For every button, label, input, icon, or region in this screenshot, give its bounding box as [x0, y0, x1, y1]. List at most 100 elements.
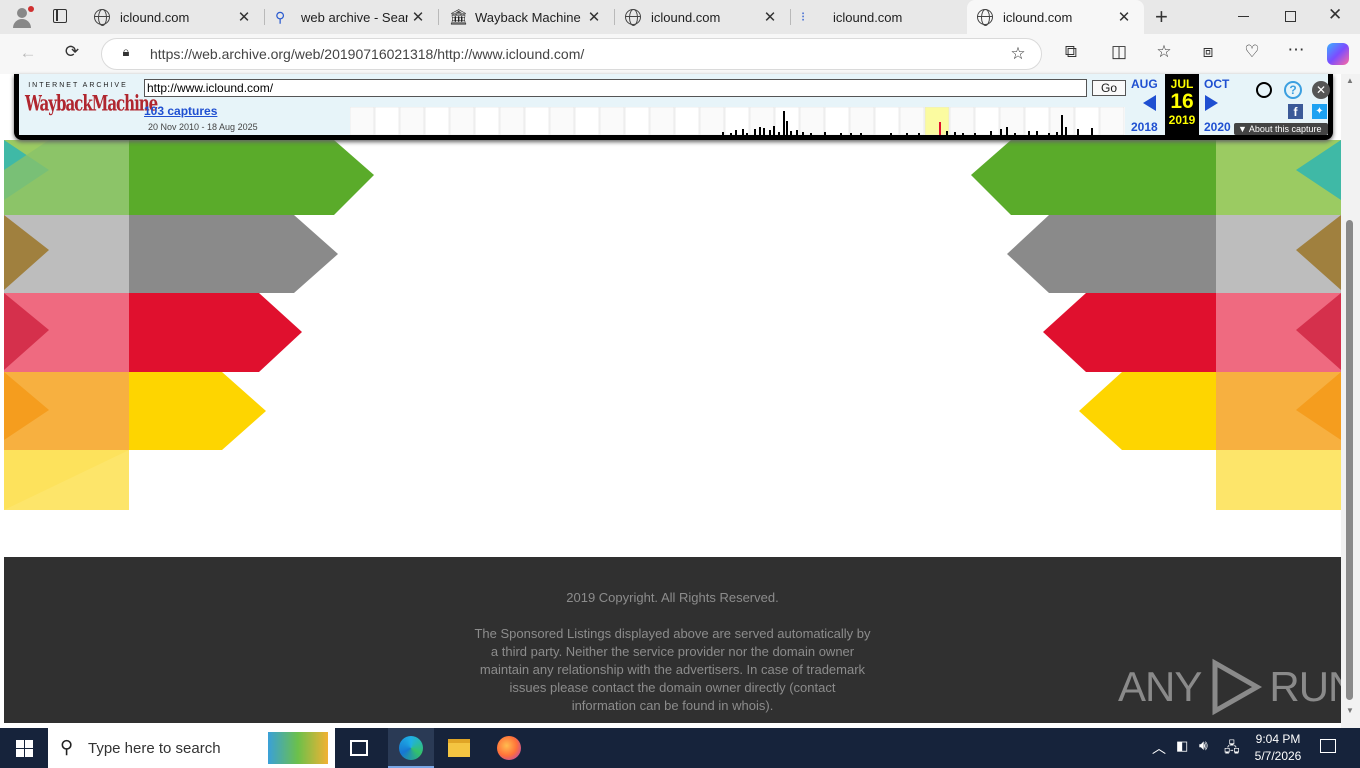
sparkline-year-cell[interactable] — [374, 107, 400, 135]
next-year[interactable]: 2020 — [1204, 120, 1231, 134]
sparkline-year-cell[interactable] — [449, 107, 475, 135]
tab-actions-icon[interactable] — [53, 9, 67, 23]
volume-icon[interactable]: 🔊︎ — [1199, 737, 1208, 754]
sparkline-year-cell[interactable] — [350, 107, 375, 135]
help-icon[interactable]: ? — [1284, 81, 1302, 99]
tray-chevron-icon[interactable]: ︿ — [1152, 738, 1166, 758]
sparkline-bar — [730, 133, 732, 135]
clock-date[interactable]: 5/7/2026 — [1250, 749, 1306, 763]
close-icon[interactable]: ✕ — [1114, 8, 1134, 26]
sparkline-year-cell[interactable] — [849, 107, 875, 135]
close-icon[interactable]: ✕ — [584, 8, 604, 26]
sparkline-bar — [790, 131, 792, 135]
prev-month[interactable]: AUG — [1131, 77, 1158, 91]
window-close-icon[interactable]: ✕ — [1328, 5, 1342, 25]
sparkline-bar — [759, 127, 761, 135]
wayback-logo[interactable]: INTERNET ARCHIVE WaybackMachine — [25, 82, 158, 124]
sparkline-bar — [722, 132, 724, 135]
sparkline-year-cell[interactable] — [499, 107, 525, 135]
next-month[interactable]: OCT — [1204, 77, 1229, 91]
file-explorer-icon[interactable] — [448, 739, 470, 757]
facebook-icon[interactable]: f — [1288, 104, 1303, 119]
tab-5[interactable]: ⁝ iclound.com — [791, 0, 966, 34]
scroll-up-icon[interactable]: ▲ — [1346, 76, 1354, 85]
refresh-icon[interactable]: ⟳ — [60, 42, 84, 62]
clock-time[interactable]: 9:04 PM — [1253, 732, 1303, 746]
captures-link[interactable]: 103 captures — [144, 104, 217, 118]
taskbar-search[interactable]: ⚲ Type here to search — [48, 728, 335, 768]
sparkline-year-cell[interactable] — [999, 107, 1025, 135]
sparkline-year-cell[interactable] — [949, 107, 975, 135]
split-screen-icon[interactable]: ◫ — [1107, 42, 1131, 62]
next-arrow-icon[interactable] — [1205, 95, 1218, 111]
notifications-icon[interactable] — [1320, 739, 1336, 753]
back-icon[interactable]: ← — [16, 43, 40, 63]
sparkline-year-cell[interactable] — [624, 107, 650, 135]
task-view-icon[interactable] — [350, 740, 368, 756]
capture-sparkline[interactable] — [350, 107, 1125, 135]
sparkline-bar — [1048, 133, 1050, 135]
wayback-url-input[interactable] — [144, 79, 1087, 97]
sparkline-year-cell[interactable] — [899, 107, 925, 135]
meet-now-icon[interactable]: ◧ — [1176, 738, 1188, 754]
sparkline-bar — [946, 131, 948, 135]
firefox-icon[interactable] — [497, 736, 521, 760]
sparkline-year-cell[interactable] — [824, 107, 850, 135]
browser-essentials-icon[interactable]: ♡ — [1240, 42, 1264, 62]
sparkline-year-cell[interactable] — [674, 107, 700, 135]
about-capture-button[interactable]: ▼ About this capture — [1234, 123, 1328, 135]
archive-icon: 🏛 — [449, 9, 469, 26]
sparkline-year-cell[interactable] — [424, 107, 450, 135]
prev-arrow-icon[interactable] — [1143, 95, 1156, 111]
account-icon[interactable] — [1256, 82, 1272, 98]
scroll-down-icon[interactable]: ▼ — [1346, 706, 1354, 715]
edge-icon[interactable] — [388, 728, 434, 768]
sparkline-year-cell[interactable] — [474, 107, 500, 135]
copyright-text: 2019 Copyright. All Rights Reserved. — [566, 590, 779, 605]
url-field[interactable]: 🔒︎ https://web.archive.org/web/201907160… — [101, 38, 1042, 70]
close-icon[interactable]: ✕ — [234, 8, 254, 26]
sparkline-year-cell[interactable] — [399, 107, 425, 135]
start-windows-icon[interactable] — [16, 740, 33, 757]
sparkline-year-cell[interactable] — [874, 107, 900, 135]
extensions-icon[interactable]: ⧉ — [1059, 42, 1083, 62]
sparkline-year-cell[interactable] — [924, 107, 950, 135]
copilot-icon[interactable] — [1327, 43, 1349, 65]
sparkline-year-cell[interactable] — [799, 107, 825, 135]
sparkline-year-cell[interactable] — [699, 107, 725, 135]
sparkline-bar — [1056, 132, 1058, 135]
tab-2[interactable]: ⚲ web archive - Search ✕ — [265, 0, 438, 34]
profile-icon[interactable] — [11, 6, 34, 28]
more-icon[interactable]: ⋯ — [1284, 40, 1308, 60]
loading-icon: ⁝ — [801, 9, 806, 24]
sparkline-year-cell[interactable] — [974, 107, 1000, 135]
url-text: https://web.archive.org/web/201907160213… — [150, 46, 585, 62]
tab-6[interactable]: iclound.com ✕ — [967, 0, 1144, 34]
collections-icon[interactable]: ⧈ — [1196, 42, 1220, 62]
page-scrollbar[interactable]: ▲ ▼ — [1341, 74, 1360, 728]
sparkline-year-cell[interactable] — [574, 107, 600, 135]
tab-4[interactable]: iclound.com ✕ — [615, 0, 790, 34]
go-button[interactable]: Go — [1092, 80, 1126, 96]
close-toolbar-icon[interactable]: ✕ — [1312, 81, 1330, 99]
sparkline-bar — [735, 130, 737, 135]
prev-year[interactable]: 2018 — [1131, 120, 1158, 134]
sparkline-year-cell[interactable] — [524, 107, 550, 135]
favorite-star-icon[interactable]: ☆ — [1006, 44, 1030, 64]
sparkline-year-cell[interactable] — [549, 107, 575, 135]
restore-icon[interactable] — [1285, 11, 1296, 22]
close-icon[interactable]: ✕ — [408, 8, 428, 26]
sparkline-year-cell[interactable] — [1024, 107, 1050, 135]
scroll-thumb[interactable] — [1346, 220, 1353, 700]
tab-1[interactable]: iclound.com ✕ — [84, 0, 264, 34]
twitter-icon[interactable]: ✦ — [1312, 104, 1327, 119]
sparkline-year-cell[interactable] — [1099, 107, 1125, 135]
tab-3[interactable]: 🏛 Wayback Machine - C ✕ — [439, 0, 614, 34]
sparkline-year-cell[interactable] — [599, 107, 625, 135]
sparkline-year-cell[interactable] — [649, 107, 675, 135]
favorites-icon[interactable]: ☆ — [1152, 42, 1176, 62]
new-tab-icon[interactable]: + — [1155, 4, 1168, 30]
close-icon[interactable]: ✕ — [760, 8, 780, 26]
minimize-icon[interactable] — [1238, 16, 1249, 17]
network-icon[interactable]: 🖧︎ — [1224, 737, 1240, 761]
